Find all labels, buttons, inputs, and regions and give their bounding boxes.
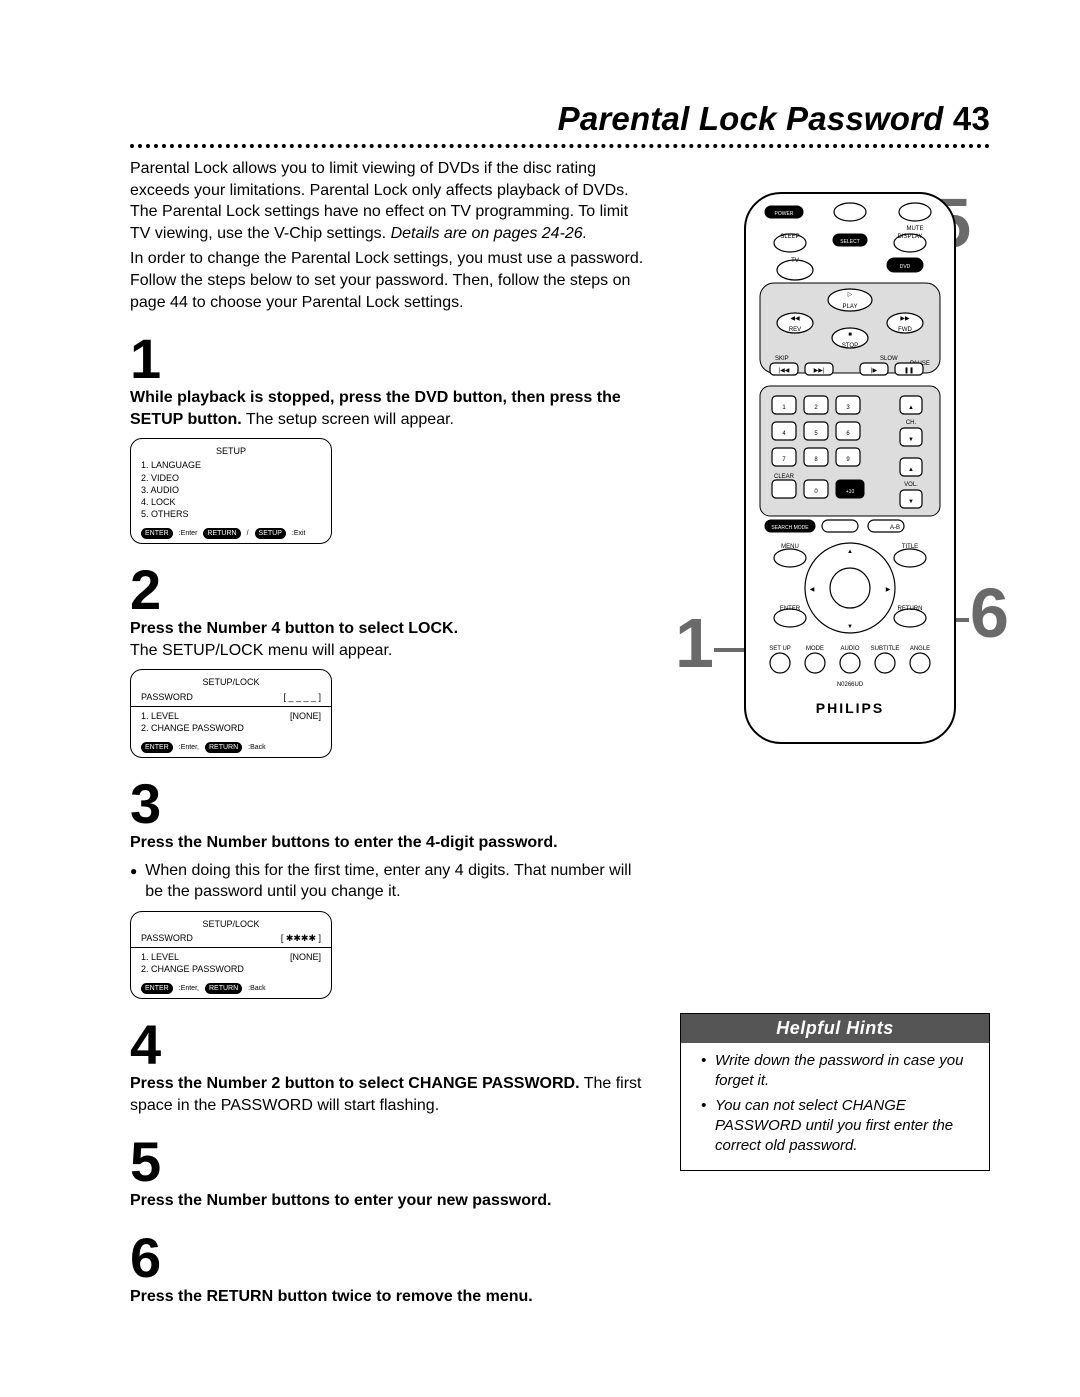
- svg-text:❚❚: ❚❚: [904, 367, 914, 374]
- svg-text:+10: +10: [846, 489, 855, 495]
- intro-p1-em: Details are on pages 24-26.: [391, 225, 588, 242]
- callout-1: 1: [675, 608, 714, 678]
- svg-text:TITLE: TITLE: [902, 544, 918, 550]
- svg-text:CH.: CH.: [906, 420, 917, 426]
- remote-control: POWER MUTE SLEEP SELECT DISPLAY TV DVD: [740, 188, 960, 748]
- osd-lock-blank: SETUP/LOCK PASSWORD[ _ _ _ _ ] 1. LEVEL[…: [130, 669, 332, 758]
- svg-text:REV: REV: [789, 327, 801, 333]
- step1-num: 1: [130, 331, 650, 387]
- svg-text:SKIP: SKIP: [775, 356, 789, 362]
- pill-setup: SETUP: [255, 528, 286, 539]
- osd-lock-filled: SETUP/LOCK PASSWORD[ ✱✱✱✱ ] 1. LEVEL[NON…: [130, 911, 332, 1000]
- osd-setup: SETUP 1. LANGUAGE 2. VIDEO 3. AUDIO 4. L…: [130, 438, 332, 544]
- step2-num: 2: [130, 562, 650, 618]
- step1-rest: The setup screen will appear.: [246, 411, 454, 428]
- svg-text:ANGLE: ANGLE: [910, 646, 930, 652]
- svg-text:POWER: POWER: [775, 211, 794, 217]
- svg-text:DVD: DVD: [900, 264, 911, 270]
- svg-text:STOP: STOP: [842, 343, 858, 349]
- hints-title: Helpful Hints: [681, 1014, 989, 1043]
- svg-text:▼: ▼: [908, 499, 914, 505]
- step2-bold: Press the Number 4 button to select LOCK…: [130, 620, 458, 637]
- svg-text:|◀◀: |◀◀: [779, 368, 790, 374]
- svg-text:SUBTITLE: SUBTITLE: [871, 646, 900, 652]
- osd1-item: 4. LOCK: [141, 496, 321, 508]
- intro-block: Parental Lock allows you to limit viewin…: [130, 158, 650, 313]
- osd1-item: 1. LANGUAGE: [141, 459, 321, 471]
- svg-text:▲: ▲: [908, 405, 914, 411]
- osd1-item: 2. VIDEO: [141, 472, 321, 484]
- intro-p2: In order to change the Parental Lock set…: [130, 248, 650, 313]
- svg-text:◀: ◀: [810, 587, 815, 593]
- svg-text:▲: ▲: [908, 467, 914, 473]
- svg-text:CLEAR: CLEAR: [774, 474, 795, 480]
- svg-text:▲: ▲: [847, 549, 853, 555]
- step6-bold: Press the RETURN button twice to remove …: [130, 1288, 533, 1305]
- step4-bold: Press the Number 2 button to select CHAN…: [130, 1075, 580, 1092]
- step3-bullet: When doing this for the first time, ente…: [145, 860, 650, 903]
- osd1-item: 5. OTHERS: [141, 508, 321, 520]
- pill-enter: ENTER: [141, 528, 173, 539]
- osd1-header: SETUP: [141, 445, 321, 457]
- svg-text:SEARCH MODE: SEARCH MODE: [771, 525, 809, 531]
- svg-text:PHILIPS: PHILIPS: [816, 700, 884, 716]
- title-divider: [130, 144, 990, 148]
- svg-text:VOL.: VOL.: [904, 482, 918, 488]
- svg-text:■: ■: [848, 332, 852, 338]
- svg-text:SLOW: SLOW: [880, 356, 898, 362]
- osd2-header: SETUP/LOCK: [141, 676, 321, 688]
- page-title: Parental Lock Password 43: [130, 100, 990, 138]
- svg-text:SET UP: SET UP: [769, 646, 791, 652]
- hint-item: Write down the password in case you forg…: [701, 1051, 975, 1092]
- callout-6: 6: [970, 578, 1009, 648]
- svg-text:FWD: FWD: [898, 327, 912, 333]
- svg-text:RETURN: RETURN: [898, 606, 923, 612]
- svg-text:▼: ▼: [908, 437, 914, 443]
- svg-text:|▶: |▶: [871, 368, 878, 374]
- svg-text:A-B: A-B: [890, 525, 900, 531]
- svg-text:▷: ▷: [848, 292, 853, 298]
- svg-text:▶: ▶: [886, 587, 891, 593]
- step5-num: 5: [130, 1134, 650, 1190]
- step2-rest: The SETUP/LOCK menu will appear.: [130, 642, 392, 659]
- title-number: 43: [953, 100, 990, 137]
- step6-num: 6: [130, 1230, 650, 1286]
- svg-text:SELECT: SELECT: [840, 239, 859, 245]
- step3-num: 3: [130, 776, 650, 832]
- step4-num: 4: [130, 1017, 650, 1073]
- step3-bold: Press the Number buttons to enter the 4-…: [130, 834, 558, 851]
- svg-text:MENU: MENU: [781, 544, 799, 550]
- pill-return: RETURN: [203, 528, 240, 539]
- osd1-item: 3. AUDIO: [141, 484, 321, 496]
- helpful-hints: Helpful Hints Write down the password in…: [680, 1013, 990, 1171]
- svg-text:N0266UD: N0266UD: [837, 682, 864, 688]
- step5-bold: Press the Number buttons to enter your n…: [130, 1192, 551, 1209]
- svg-text:TV: TV: [791, 258, 799, 264]
- bullet-icon: ●: [130, 860, 137, 903]
- svg-text:DISPLAY: DISPLAY: [898, 234, 923, 240]
- hint-item: You can not select CHANGE PASSWORD until…: [701, 1096, 975, 1157]
- svg-text:PLAY: PLAY: [843, 304, 858, 310]
- svg-text:◀◀: ◀◀: [790, 316, 800, 322]
- title-text: Parental Lock Password: [558, 100, 944, 137]
- svg-text:AUDIO: AUDIO: [840, 646, 859, 652]
- svg-text:MUTE: MUTE: [907, 226, 924, 232]
- svg-text:▶▶|: ▶▶|: [814, 368, 825, 374]
- svg-text:SLEEP: SLEEP: [780, 234, 799, 240]
- svg-text:MODE: MODE: [806, 646, 824, 652]
- svg-text:ENTER: ENTER: [780, 606, 801, 612]
- svg-text:▶▶: ▶▶: [900, 316, 910, 322]
- svg-text:▼: ▼: [847, 624, 853, 630]
